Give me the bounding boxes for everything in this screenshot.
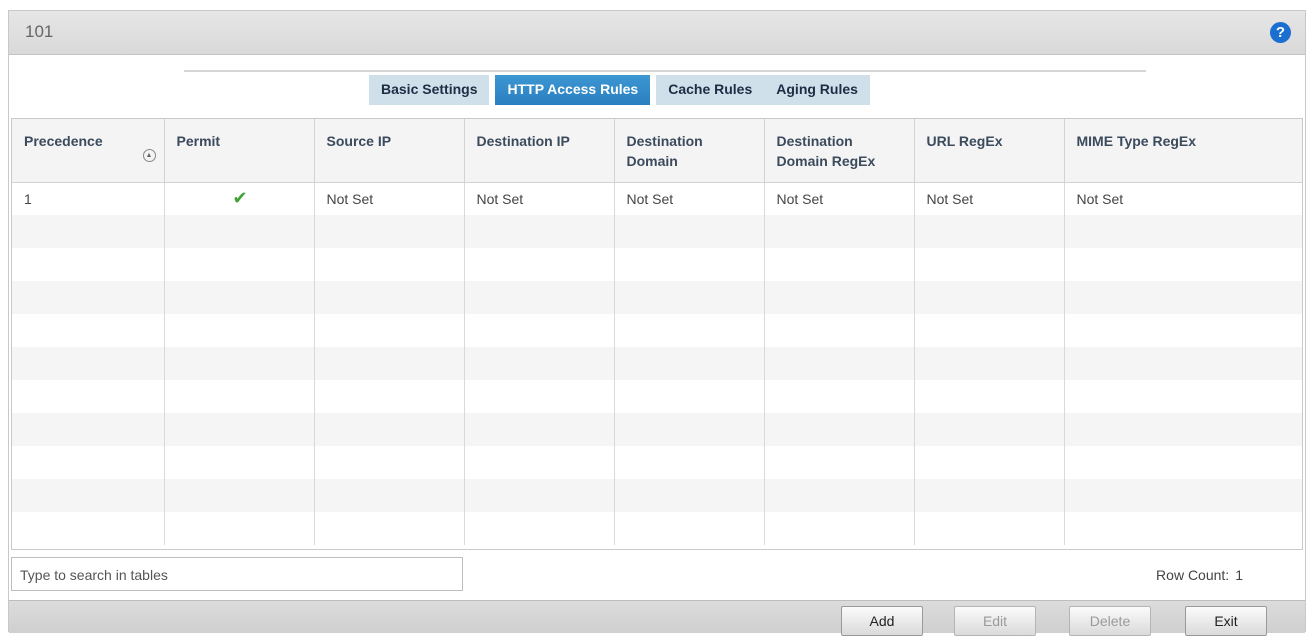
table-header-row: Precedence ▲ Permit Source IP Destinatio… [12, 119, 1302, 183]
cell-permit: ✔ [164, 182, 315, 215]
row-count: Row Count: 1 [1156, 567, 1243, 583]
empty-row [12, 413, 1302, 446]
cell-mime-type-regex: Not Set [1064, 182, 1302, 215]
window-title: 101 [25, 22, 54, 41]
cell-destination-domain: Not Set [614, 182, 765, 215]
button-bar: Add Edit Delete Exit [9, 600, 1305, 636]
table-row[interactable]: 1 ✔ Not Set Not Set Not Set Not Set Not … [12, 182, 1302, 215]
edit-button[interactable]: Edit [954, 606, 1036, 636]
empty-row [12, 380, 1302, 413]
empty-row [12, 314, 1302, 347]
tab-http-access-rules[interactable]: HTTP Access Rules [495, 75, 651, 105]
search-input[interactable]: Type to search in tables [11, 557, 463, 591]
column-header-mime-type-regex[interactable]: MIME Type RegEx [1064, 119, 1302, 183]
tab-aging-rules[interactable]: Aging Rules [764, 75, 870, 105]
sort-ascending-icon[interactable]: ▲ [142, 149, 156, 162]
tab-bar: Basic Settings HTTP Access Rules Cache R… [369, 75, 870, 105]
add-button[interactable]: Add [841, 606, 923, 636]
column-header-url-regex[interactable]: URL RegEx [914, 119, 1065, 183]
row-count-value: 1 [1235, 567, 1243, 583]
tab-divider [184, 70, 1146, 72]
title-bar: 101 ? [9, 11, 1305, 55]
column-header-permit[interactable]: Permit [164, 119, 315, 183]
empty-row [12, 248, 1302, 281]
delete-button[interactable]: Delete [1069, 606, 1151, 636]
empty-row [12, 512, 1302, 545]
dialog-frame: 101 ? Basic Settings HTTP Access Rules C… [8, 10, 1306, 636]
empty-row [12, 446, 1302, 479]
empty-row [12, 215, 1302, 248]
column-header-precedence[interactable]: Precedence ▲ [12, 119, 165, 183]
tab-cache-rules[interactable]: Cache Rules [656, 75, 765, 105]
column-header-destination-domain[interactable]: Destination Domain [614, 119, 765, 183]
exit-button[interactable]: Exit [1185, 606, 1267, 636]
cell-url-regex: Not Set [914, 182, 1065, 215]
cell-destination-domain-regex: Not Set [764, 182, 915, 215]
checkmark-icon: ✔ [232, 188, 248, 209]
row-count-label: Row Count: [1156, 567, 1230, 583]
cell-precedence: 1 [12, 182, 165, 215]
tab-basic-settings[interactable]: Basic Settings [369, 75, 490, 105]
column-header-label: Precedence [24, 133, 103, 149]
column-header-destination-ip[interactable]: Destination IP [464, 119, 615, 183]
empty-row [12, 479, 1302, 512]
column-header-destination-domain-regex[interactable]: Destination Domain RegEx [764, 119, 915, 183]
column-header-source-ip[interactable]: Source IP [314, 119, 465, 183]
empty-row [12, 281, 1302, 314]
help-icon[interactable]: ? [1270, 22, 1291, 43]
cell-destination-ip: Not Set [464, 182, 615, 215]
empty-row [12, 347, 1302, 380]
rules-table: Precedence ▲ Permit Source IP Destinatio… [11, 118, 1303, 550]
cell-source-ip: Not Set [314, 182, 465, 215]
